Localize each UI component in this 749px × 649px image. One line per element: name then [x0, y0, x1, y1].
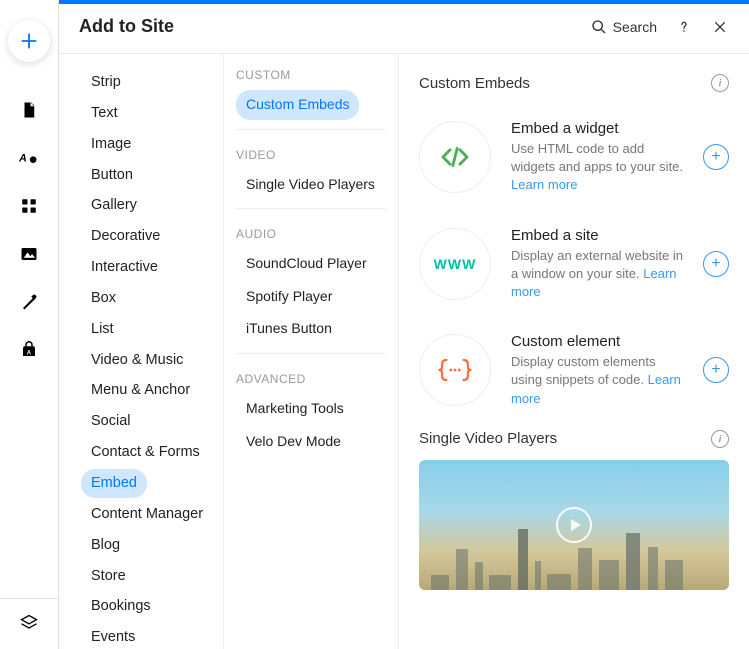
subcategory-item[interactable]: SoundCloud Player — [236, 249, 377, 279]
plus-icon — [18, 30, 40, 52]
subcategory-item[interactable]: Velo Dev Mode — [236, 427, 351, 457]
category-list: StripTextImageButtonGalleryDecorativeInt… — [59, 54, 224, 649]
subcategory-item[interactable]: Spotify Player — [236, 282, 342, 312]
subcategory-header: ADVANCED — [236, 372, 386, 386]
dev-icon[interactable] — [19, 292, 39, 312]
subcategory-item[interactable]: Marketing Tools — [236, 394, 354, 424]
embed-option[interactable]: Custom element Display custom elements us… — [419, 317, 729, 424]
search-icon — [591, 19, 607, 35]
info-icon[interactable]: i — [711, 430, 729, 448]
left-rail: A A — [0, 0, 59, 649]
category-item[interactable]: Image — [81, 130, 141, 159]
subcategory-header: AUDIO — [236, 227, 386, 241]
category-item[interactable]: Events — [81, 623, 145, 649]
embed-description: Use HTML code to add widgets and apps to… — [511, 140, 683, 195]
media-icon[interactable] — [19, 244, 39, 264]
category-item[interactable]: Box — [81, 284, 126, 313]
add-item-button[interactable]: + — [703, 144, 729, 170]
subcategory-header: CUSTOM — [236, 68, 386, 82]
learn-more-link[interactable]: Learn more — [511, 177, 577, 192]
category-item[interactable]: Content Manager — [81, 500, 213, 529]
close-button[interactable] — [711, 18, 729, 36]
category-item[interactable]: Embed — [81, 469, 147, 498]
video-player-preview[interactable] — [419, 460, 729, 590]
code-icon — [419, 121, 491, 193]
panel-body: StripTextImageButtonGalleryDecorativeInt… — [59, 54, 749, 649]
category-item[interactable]: Decorative — [81, 222, 170, 251]
add-panel: Add to Site Search StripTextImageButtonG… — [59, 0, 749, 649]
layers-icon[interactable] — [19, 613, 39, 633]
panel-title: Add to Site — [79, 16, 174, 37]
panel-header: Add to Site Search — [59, 0, 749, 54]
section-title: Single Video Players — [419, 430, 557, 447]
search-label: Search — [613, 19, 657, 35]
embed-title: Embed a widget — [511, 120, 683, 137]
store-icon[interactable]: A — [19, 340, 39, 360]
add-button[interactable] — [8, 20, 50, 62]
embed-description: Display an external website in a window … — [511, 247, 683, 302]
embed-title: Custom element — [511, 333, 683, 350]
category-item[interactable]: Contact & Forms — [81, 438, 210, 467]
category-item[interactable]: Menu & Anchor — [81, 376, 200, 405]
category-item[interactable]: Video & Music — [81, 346, 193, 375]
subcategory-header: VIDEO — [236, 148, 386, 162]
play-icon — [556, 507, 592, 543]
info-icon[interactable]: i — [711, 74, 729, 92]
section-title: Custom Embeds — [419, 75, 530, 92]
close-icon — [712, 19, 728, 35]
search-button[interactable]: Search — [591, 19, 657, 35]
svg-text:A: A — [19, 152, 27, 164]
content-area: Custom Embeds i Embed a widget Use HTML cod… — [399, 54, 749, 649]
category-item[interactable]: Gallery — [81, 191, 147, 220]
embed-description: Display custom elements using snippets o… — [511, 353, 683, 408]
subcategory-item[interactable]: iTunes Button — [236, 314, 342, 344]
help-button[interactable] — [675, 18, 693, 36]
subcategory-list: CUSTOM Custom Embeds VIDEO Single Video Pla… — [224, 54, 399, 649]
category-item[interactable]: Bookings — [81, 592, 161, 621]
embed-option[interactable]: WWW Embed a site Display an external websi… — [419, 211, 729, 318]
category-item[interactable]: Button — [81, 161, 143, 190]
category-item[interactable]: Store — [81, 562, 136, 591]
apps-icon[interactable] — [19, 196, 39, 216]
svg-text:A: A — [27, 351, 32, 357]
embed-option[interactable]: Embed a widget Use HTML code to add widge… — [419, 104, 729, 211]
category-item[interactable]: Social — [81, 407, 141, 436]
category-item[interactable]: Interactive — [81, 253, 168, 282]
subcategory-item[interactable]: Custom Embeds — [236, 90, 359, 120]
category-item[interactable]: List — [81, 315, 124, 344]
embed-title: Embed a site — [511, 227, 683, 244]
subcategory-item[interactable]: Single Video Players — [236, 170, 385, 200]
pages-icon[interactable] — [19, 100, 39, 120]
category-item[interactable]: Text — [81, 99, 128, 128]
help-icon — [676, 19, 692, 35]
category-item[interactable]: Blog — [81, 531, 130, 560]
braces-icon — [419, 334, 491, 406]
top-accent-bar — [59, 0, 749, 4]
category-item[interactable]: Strip — [81, 68, 131, 97]
www-icon: WWW — [419, 228, 491, 300]
add-item-button[interactable]: + — [703, 357, 729, 383]
design-icon[interactable]: A — [19, 148, 39, 168]
add-item-button[interactable]: + — [703, 251, 729, 277]
